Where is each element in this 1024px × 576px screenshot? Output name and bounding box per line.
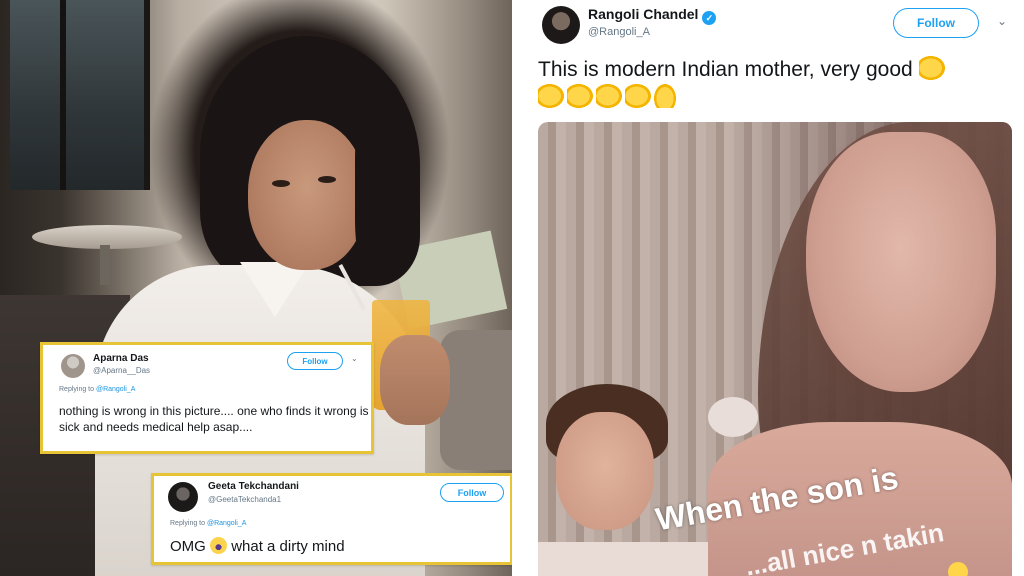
user-name[interactable]: Rangoli Chandel (588, 6, 698, 22)
boy-face (556, 412, 654, 530)
emoji-sticker-icon (948, 562, 968, 576)
main-tweet: Rangoli Chandel ✓ @Rangoli_A Follow ⌄ Thi… (512, 0, 1024, 576)
table-leg (100, 245, 110, 285)
tweet-text-part-2: what a dirty mind (231, 538, 345, 555)
clapping-hands-icon (567, 84, 593, 108)
follow-button[interactable]: Follow (440, 483, 504, 502)
clapping-hands-icon (538, 84, 564, 108)
user-name[interactable]: Geeta Tekchandani (208, 481, 299, 492)
tweet-text-part-1: OMG (170, 538, 206, 555)
follow-button[interactable]: Follow (893, 8, 979, 38)
mention-link[interactable]: @Rangoli_A (96, 386, 135, 393)
thumbs-up-icon (654, 84, 676, 108)
tweet-text: This is modern Indian mother, very good (538, 56, 1008, 112)
tweet-text-content: This is modern Indian mother, very good (538, 58, 913, 81)
avatar[interactable] (168, 482, 198, 512)
user-handle[interactable]: @Aparna__Das (93, 366, 150, 375)
avatar[interactable] (542, 6, 580, 44)
user-handle[interactable]: @Rangoli_A (588, 26, 650, 38)
tweet-text: nothing is wrong in this picture.... one… (59, 404, 369, 434)
background-window (10, 0, 150, 190)
hand (380, 335, 450, 425)
chevron-down-icon[interactable]: ⌄ (997, 14, 1007, 28)
woman-face (806, 132, 996, 392)
reply-tweet-card-2: Geeta Tekchandani @GeetaTekchanda1 Follo… (151, 473, 513, 565)
avatar[interactable] (61, 354, 85, 378)
background-pillow (440, 330, 512, 470)
woman-hair-side (355, 80, 410, 280)
lamp (708, 397, 758, 437)
user-name[interactable]: Aparna Das (93, 353, 149, 364)
tweet-text: OMG what a dirty mind (170, 537, 500, 556)
replying-to-line: Replying to @Rangoli_A (170, 520, 246, 527)
woman-face (248, 120, 366, 270)
replying-to-prefix: Replying to (170, 520, 207, 527)
replying-to-line: Replying to @Rangoli_A (59, 386, 135, 393)
replying-to-prefix: Replying to (59, 386, 96, 393)
chevron-down-icon[interactable]: ⌄ (351, 354, 358, 363)
right-eye (318, 176, 336, 183)
user-handle[interactable]: @GeetaTekchanda1 (208, 495, 281, 504)
clapping-hands-icon (596, 84, 622, 108)
follow-button[interactable]: Follow (287, 352, 343, 370)
verified-badge-icon: ✓ (702, 11, 717, 25)
clapping-hands-icon (918, 56, 945, 80)
clapping-hands-icon (625, 84, 651, 108)
user-name-row[interactable]: Rangoli Chandel ✓ (588, 6, 717, 25)
reply-tweet-card-1: Aparna Das @Aparna__Das Follow ⌄ Replyin… (40, 342, 374, 454)
scream-emoji-icon (210, 537, 228, 554)
left-eye (272, 180, 290, 187)
tweet-photo[interactable]: When the son is ...all nice n takin (538, 122, 1012, 576)
mention-link[interactable]: @Rangoli_A (207, 520, 246, 527)
